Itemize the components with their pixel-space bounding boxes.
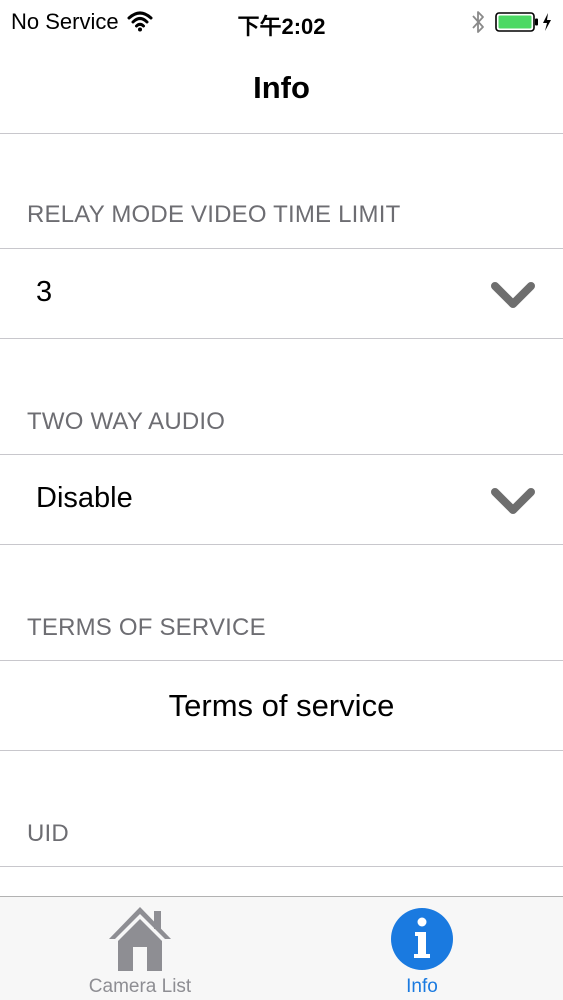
tab-label: Info: [406, 976, 438, 997]
status-bar: No Service 下午2:02: [0, 0, 563, 44]
navigation-bar: Info: [0, 44, 563, 134]
two-way-audio-section-header: TWO WAY AUDIO: [27, 408, 226, 435]
info-screen: No Service 下午2:02 Info RELAY MODE VIDEO …: [0, 0, 563, 1000]
charging-bolt-icon: [543, 13, 551, 31]
tab-info[interactable]: Info: [322, 897, 522, 1000]
terms-of-service-button[interactable]: Terms of service: [0, 660, 563, 751]
tab-camera-list[interactable]: Camera List: [40, 897, 240, 1000]
info-icon: [391, 908, 453, 970]
house-icon: [109, 907, 171, 971]
page-title: Info: [253, 70, 310, 105]
bluetooth-icon: [472, 11, 484, 33]
battery-icon: [495, 12, 538, 32]
tab-bar: Camera List Info: [0, 896, 563, 1000]
chevron-down-icon: [491, 488, 535, 514]
relay-time-limit-dropdown[interactable]: 3: [0, 248, 563, 339]
terms-section-header: TERMS OF SERVICE: [27, 614, 266, 641]
relay-mode-section-header: RELAY MODE VIDEO TIME LIMIT: [27, 201, 401, 228]
uid-section-header: UID: [27, 820, 69, 847]
relay-time-limit-value: 3: [36, 276, 53, 308]
two-way-audio-dropdown[interactable]: Disable: [0, 454, 563, 545]
two-way-audio-value: Disable: [36, 482, 133, 514]
terms-of-service-label: Terms of service: [168, 688, 395, 723]
chevron-down-icon: [491, 282, 535, 308]
tab-label: Camera List: [88, 976, 192, 997]
